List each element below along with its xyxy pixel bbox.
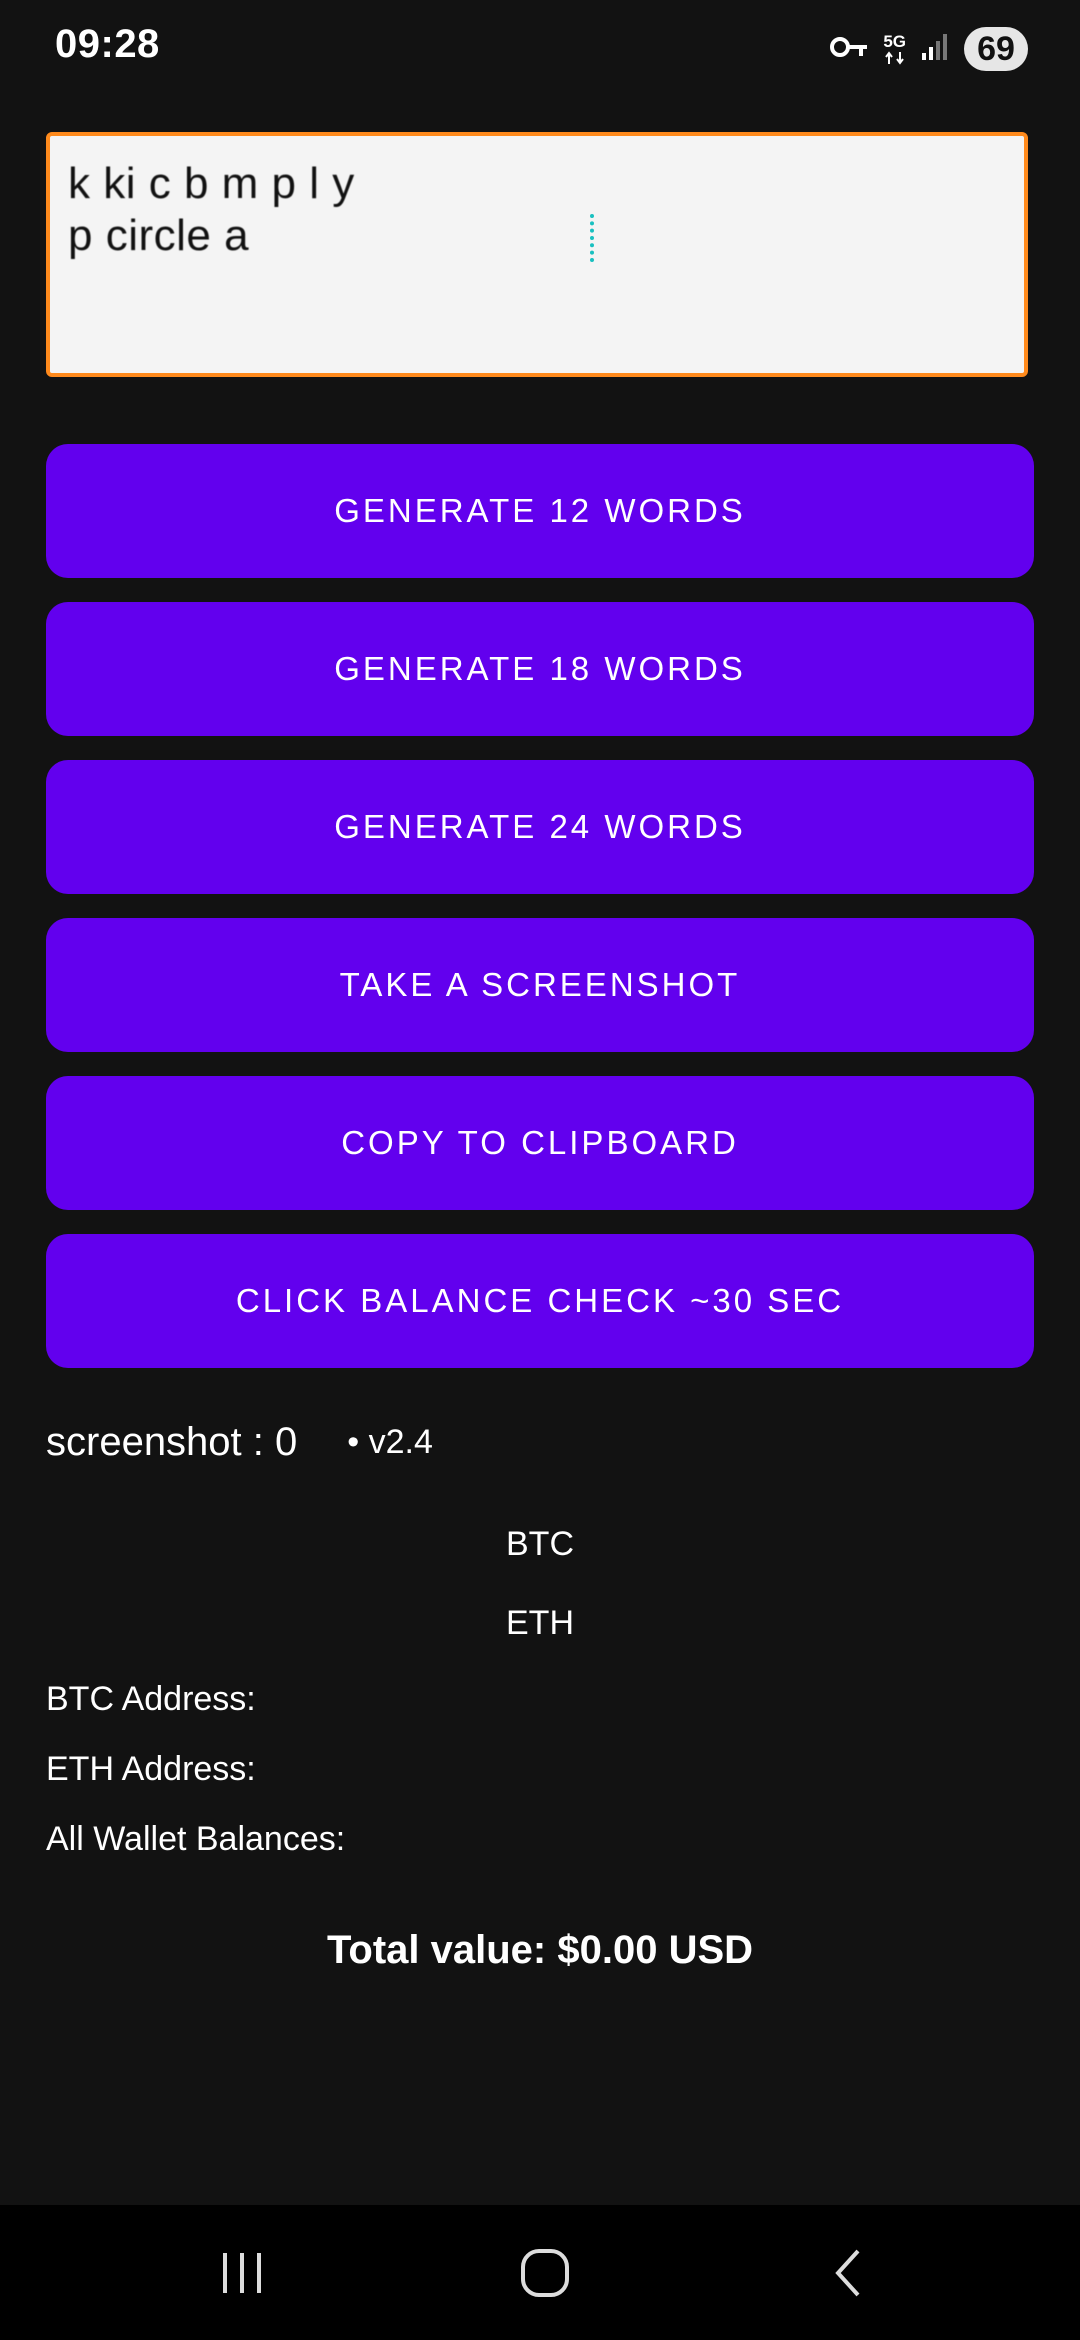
seed-phrase-input[interactable]: k ki c b m p l y p circle a (46, 132, 1028, 377)
network-5g-icon: 5G (883, 33, 906, 65)
seed-line-2: p circle a (68, 211, 250, 260)
status-time: 09:28 (55, 22, 160, 66)
battery-icon: 69 (964, 27, 1028, 71)
balance-check-button[interactable]: CLICK BALANCE CHECK ~30 SEC (46, 1234, 1034, 1368)
generate-18-words-button[interactable]: GENERATE 18 WORDS (46, 602, 1034, 736)
generate-12-words-button[interactable]: GENERATE 12 WORDS (46, 444, 1034, 578)
info-row: screenshot : 0 • v2.4 (46, 1420, 433, 1465)
status-bar: 09:28 5G 69 (0, 0, 1080, 100)
network-type: 5G (883, 32, 906, 51)
generate-24-words-button[interactable]: GENERATE 24 WORDS (46, 760, 1034, 894)
recents-icon[interactable] (142, 2205, 342, 2340)
navigation-bar (0, 2205, 1080, 2340)
eth-address-label: ETH Address: (46, 1750, 256, 1788)
signal-icon (920, 32, 950, 67)
total-value: Total value: $0.00 USD (326, 1928, 754, 1972)
home-icon[interactable] (445, 2205, 645, 2340)
seed-phrase-text: k ki c b m p l y p circle a (68, 158, 1006, 262)
all-wallet-balances-label: All Wallet Balances: (46, 1820, 346, 1858)
btc-label: BTC (506, 1525, 574, 1563)
app-screen: 09:28 5G 69 k ki c b m p l y p circle a … (0, 0, 1080, 2340)
status-icons: 5G 69 (829, 26, 1028, 72)
copy-to-clipboard-button[interactable]: COPY TO CLIPBOARD (46, 1076, 1034, 1210)
version-label: • v2.4 (347, 1423, 433, 1461)
seed-line-1: k ki c b m p l y (68, 159, 355, 208)
back-icon[interactable] (748, 2205, 948, 2340)
screenshot-count: screenshot : 0 (46, 1420, 298, 1464)
key-icon (829, 34, 869, 65)
text-cursor (590, 214, 598, 262)
btc-address-label: BTC Address: (46, 1680, 256, 1718)
take-screenshot-button[interactable]: TAKE A SCREENSHOT (46, 918, 1034, 1052)
eth-label: ETH (506, 1604, 574, 1642)
